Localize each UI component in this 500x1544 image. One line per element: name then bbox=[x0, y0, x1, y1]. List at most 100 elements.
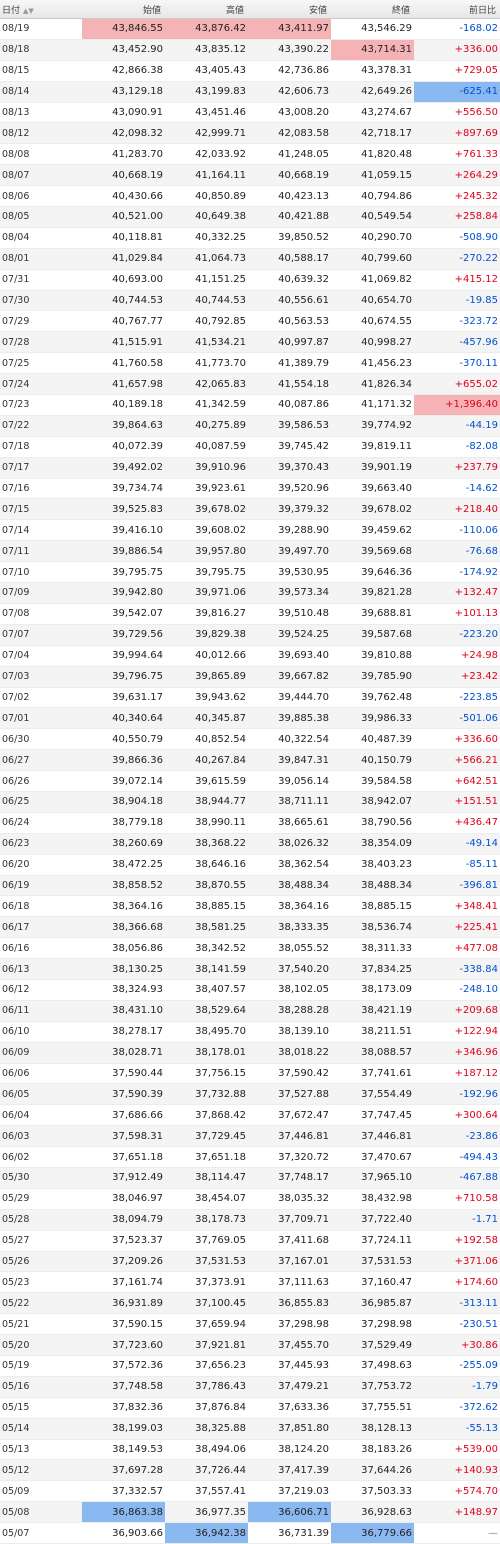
cell-low: 38,364.16 bbox=[248, 895, 331, 918]
cell-date: 07/02 bbox=[0, 687, 82, 709]
table-row: 07/30 40,744.53 40,744.53 40,556.61 40,654.7… bbox=[0, 290, 500, 312]
cell-date: 08/19 bbox=[0, 18, 82, 40]
cell-date: 07/17 bbox=[0, 457, 82, 479]
cell-close: 39,785.90 bbox=[331, 666, 414, 688]
cell-open: 37,723.60 bbox=[82, 1334, 165, 1356]
cell-date: 06/06 bbox=[0, 1063, 82, 1085]
cell-open: 39,072.14 bbox=[82, 770, 165, 792]
cell-open: 40,550.79 bbox=[82, 728, 165, 751]
cell-high: 38,990.11 bbox=[165, 812, 248, 834]
cell-high: 39,910.96 bbox=[165, 457, 248, 479]
cell-high: 37,100.45 bbox=[165, 1292, 248, 1315]
cell-date: 07/14 bbox=[0, 519, 82, 542]
cell-date: 06/17 bbox=[0, 916, 82, 939]
cell-change: +1,396.40 bbox=[414, 394, 500, 416]
cell-open: 41,760.58 bbox=[82, 352, 165, 375]
cell-high: 38,495.70 bbox=[165, 1021, 248, 1043]
cell-open: 41,029.84 bbox=[82, 248, 165, 270]
cell-date: 05/26 bbox=[0, 1251, 82, 1273]
cell-change: -223.85 bbox=[414, 687, 500, 709]
cell-low: 36,855.83 bbox=[248, 1292, 331, 1315]
cell-date: 06/24 bbox=[0, 812, 82, 834]
table-row: 06/10 38,278.17 38,495.70 38,139.10 38,211.5… bbox=[0, 1021, 500, 1043]
cell-date: 05/21 bbox=[0, 1313, 82, 1336]
cell-close: 37,160.47 bbox=[331, 1271, 414, 1294]
table-body: 08/19 43,846.55 43,876.42 43,411.97 43,546.2… bbox=[0, 18, 500, 1544]
cell-high: 38,342.52 bbox=[165, 937, 248, 960]
cell-high: 37,656.23 bbox=[165, 1355, 248, 1377]
header-close[interactable]: 終値 bbox=[331, 0, 414, 19]
cell-change: +24.98 bbox=[414, 645, 500, 667]
cell-change: -82.08 bbox=[414, 436, 500, 458]
cell-open: 40,340.64 bbox=[82, 707, 165, 730]
cell-open: 37,697.28 bbox=[82, 1459, 165, 1482]
table-header: 日付 ▲▼ 始値 高値 安値 終値 前日比 bbox=[0, 0, 500, 19]
table-row: 08/15 42,866.38 43,405.43 42,736.86 43,378.3… bbox=[0, 60, 500, 82]
cell-high: 38,885.15 bbox=[165, 895, 248, 918]
cell-change: -457.96 bbox=[414, 331, 500, 354]
cell-open: 39,631.17 bbox=[82, 687, 165, 709]
cell-close: 37,747.45 bbox=[331, 1104, 414, 1127]
cell-change: +151.51 bbox=[414, 791, 500, 813]
cell-date: 08/04 bbox=[0, 227, 82, 249]
cell-low: 38,139.10 bbox=[248, 1021, 331, 1043]
cell-high: 43,405.43 bbox=[165, 60, 248, 82]
cell-date: 06/09 bbox=[0, 1042, 82, 1064]
header-date[interactable]: 日付 ▲▼ bbox=[0, 0, 82, 19]
cell-high: 41,342.59 bbox=[165, 394, 248, 416]
cell-change: -467.88 bbox=[414, 1167, 500, 1189]
header-high[interactable]: 高値 bbox=[165, 0, 248, 19]
cell-close: 39,819.11 bbox=[331, 436, 414, 458]
cell-open: 39,416.10 bbox=[82, 519, 165, 542]
cell-change: -508.90 bbox=[414, 227, 500, 249]
cell-date: 06/20 bbox=[0, 854, 82, 876]
cell-high: 41,151.25 bbox=[165, 269, 248, 291]
cell-open: 37,590.39 bbox=[82, 1083, 165, 1106]
cell-close: 37,498.63 bbox=[331, 1355, 414, 1377]
cell-open: 37,590.44 bbox=[82, 1063, 165, 1085]
cell-close: 39,774.92 bbox=[331, 415, 414, 437]
cell-close: 38,173.09 bbox=[331, 979, 414, 1001]
table-row: 07/14 39,416.10 39,608.02 39,288.90 39,459.6… bbox=[0, 519, 500, 542]
table-row: 08/06 40,430.66 40,850.89 40,423.13 40,794.8… bbox=[0, 185, 500, 208]
cell-low: 39,520.96 bbox=[248, 478, 331, 500]
table-row: 06/05 37,590.39 37,732.88 37,527.88 37,554.4… bbox=[0, 1083, 500, 1106]
table-row: 06/18 38,364.16 38,885.15 38,364.16 38,885.1… bbox=[0, 895, 500, 918]
cell-low: 43,411.97 bbox=[248, 18, 331, 40]
cell-low: 37,219.03 bbox=[248, 1480, 331, 1503]
header-open[interactable]: 始値 bbox=[82, 0, 165, 19]
cell-change: -370.11 bbox=[414, 352, 500, 375]
cell-date: 07/11 bbox=[0, 540, 82, 563]
sort-arrows-icon[interactable]: ▲▼ bbox=[23, 7, 34, 15]
cell-change: +710.58 bbox=[414, 1188, 500, 1210]
cell-low: 37,633.36 bbox=[248, 1397, 331, 1419]
table-row: 05/15 37,832.36 37,876.84 37,633.36 37,755.5… bbox=[0, 1397, 500, 1419]
cell-high: 39,865.89 bbox=[165, 666, 248, 688]
cell-low: 38,362.54 bbox=[248, 854, 331, 876]
cell-low: 37,709.71 bbox=[248, 1209, 331, 1231]
cell-high: 40,275.89 bbox=[165, 415, 248, 437]
cell-date: 07/04 bbox=[0, 645, 82, 667]
cell-close: 37,554.49 bbox=[331, 1083, 414, 1106]
table-row: 05/09 37,332.57 37,557.41 37,219.03 37,503.3… bbox=[0, 1480, 500, 1503]
cell-low: 40,556.61 bbox=[248, 290, 331, 312]
cell-high: 37,876.84 bbox=[165, 1397, 248, 1419]
cell-close: 37,529.49 bbox=[331, 1334, 414, 1356]
cell-low: 39,444.70 bbox=[248, 687, 331, 709]
cell-open: 39,942.80 bbox=[82, 582, 165, 604]
cell-open: 37,572.36 bbox=[82, 1355, 165, 1377]
header-change[interactable]: 前日比 bbox=[414, 0, 500, 19]
header-low[interactable]: 安値 bbox=[248, 0, 331, 19]
cell-close: 39,646.36 bbox=[331, 561, 414, 584]
cell-close: 36,985.87 bbox=[331, 1292, 414, 1315]
cell-date: 06/10 bbox=[0, 1021, 82, 1043]
cell-open: 43,846.55 bbox=[82, 18, 165, 40]
cell-high: 39,678.02 bbox=[165, 498, 248, 521]
cell-low: 37,672.47 bbox=[248, 1104, 331, 1127]
cell-open: 36,931.89 bbox=[82, 1292, 165, 1315]
table-row: 06/30 40,550.79 40,852.54 40,322.54 40,487.3… bbox=[0, 728, 500, 751]
cell-open: 40,693.00 bbox=[82, 269, 165, 291]
cell-close: 41,826.34 bbox=[331, 373, 414, 396]
cell-change: -76.68 bbox=[414, 540, 500, 563]
table-row: 07/18 40,072.39 40,087.59 39,745.42 39,819.1… bbox=[0, 436, 500, 458]
